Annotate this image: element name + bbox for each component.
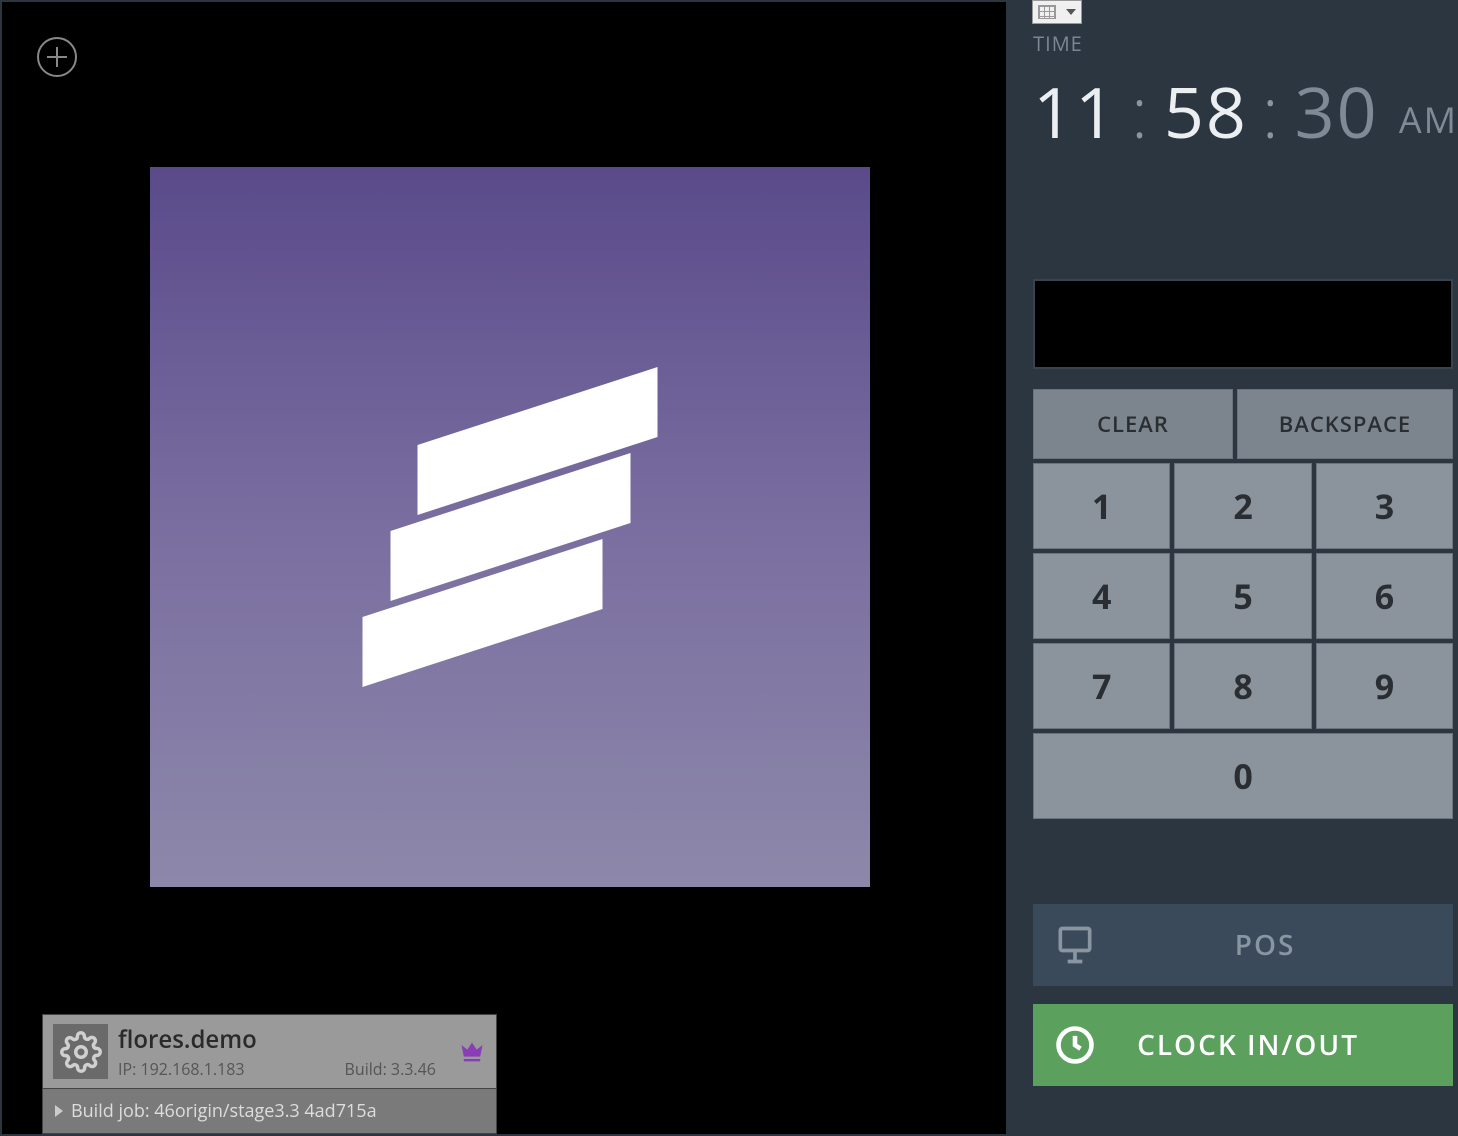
build-job-row[interactable]: Build job: 46origin/stage3.3 4ad715a xyxy=(43,1088,496,1133)
server-name: flores.demo xyxy=(118,1023,458,1056)
main-display-panel: flores.demo IP: 192.168.1.183 Build: 3.3… xyxy=(0,0,1008,1136)
keypad-0[interactable]: 0 xyxy=(1033,733,1453,819)
keypad-7[interactable]: 7 xyxy=(1033,643,1170,729)
time-ampm: AM xyxy=(1399,95,1458,144)
keypad: CLEAR BACKSPACE 1 2 3 4 5 6 7 8 9 0 xyxy=(1033,389,1453,819)
time-display: 11:58:30 AM xyxy=(1033,63,1458,159)
keypad-3[interactable]: 3 xyxy=(1316,463,1453,549)
crown-icon xyxy=(458,1038,486,1066)
calendar-grid-icon xyxy=(1038,5,1056,19)
calendar-dropdown[interactable] xyxy=(1032,0,1082,24)
build-job-text: Build job: 46origin/stage3.3 4ad715a xyxy=(71,1099,377,1123)
gear-icon[interactable] xyxy=(53,1024,108,1079)
keypad-8[interactable]: 8 xyxy=(1174,643,1311,729)
backspace-button[interactable]: BACKSPACE xyxy=(1237,389,1453,459)
pos-label: POS xyxy=(1097,926,1433,964)
keypad-2[interactable]: 2 xyxy=(1174,463,1311,549)
clear-button[interactable]: CLEAR xyxy=(1033,389,1233,459)
clock-icon xyxy=(1053,1023,1097,1067)
time-hours: 11 xyxy=(1033,63,1117,159)
add-icon[interactable] xyxy=(37,37,77,77)
server-build: Build: 3.3.46 xyxy=(345,1058,436,1080)
pos-icon xyxy=(1053,923,1097,967)
keypad-6[interactable]: 6 xyxy=(1316,553,1453,639)
server-ip: IP: 192.168.1.183 xyxy=(118,1058,245,1080)
keypad-5[interactable]: 5 xyxy=(1174,553,1311,639)
pin-input[interactable] xyxy=(1033,279,1453,369)
settings-panel: flores.demo IP: 192.168.1.183 Build: 3.3… xyxy=(42,1014,497,1134)
keypad-4[interactable]: 4 xyxy=(1033,553,1170,639)
keypad-1[interactable]: 1 xyxy=(1033,463,1170,549)
clock-label: CLOCK IN/OUT xyxy=(1137,1026,1433,1064)
right-panel: TIME 11:58:30 AM CLEAR BACKSPACE 1 2 3 4… xyxy=(1008,0,1458,1136)
pos-button[interactable]: POS xyxy=(1033,904,1453,986)
time-seconds: 30 xyxy=(1295,63,1379,159)
chevron-down-icon xyxy=(1066,9,1076,15)
clock-in-out-button[interactable]: CLOCK IN/OUT xyxy=(1033,1004,1453,1086)
server-info-row[interactable]: flores.demo IP: 192.168.1.183 Build: 3.3… xyxy=(43,1015,496,1088)
time-label: TIME xyxy=(1033,30,1458,57)
time-minutes: 58 xyxy=(1164,63,1248,159)
keypad-9[interactable]: 9 xyxy=(1316,643,1453,729)
chevron-right-icon xyxy=(55,1105,63,1117)
app-logo xyxy=(150,167,870,887)
